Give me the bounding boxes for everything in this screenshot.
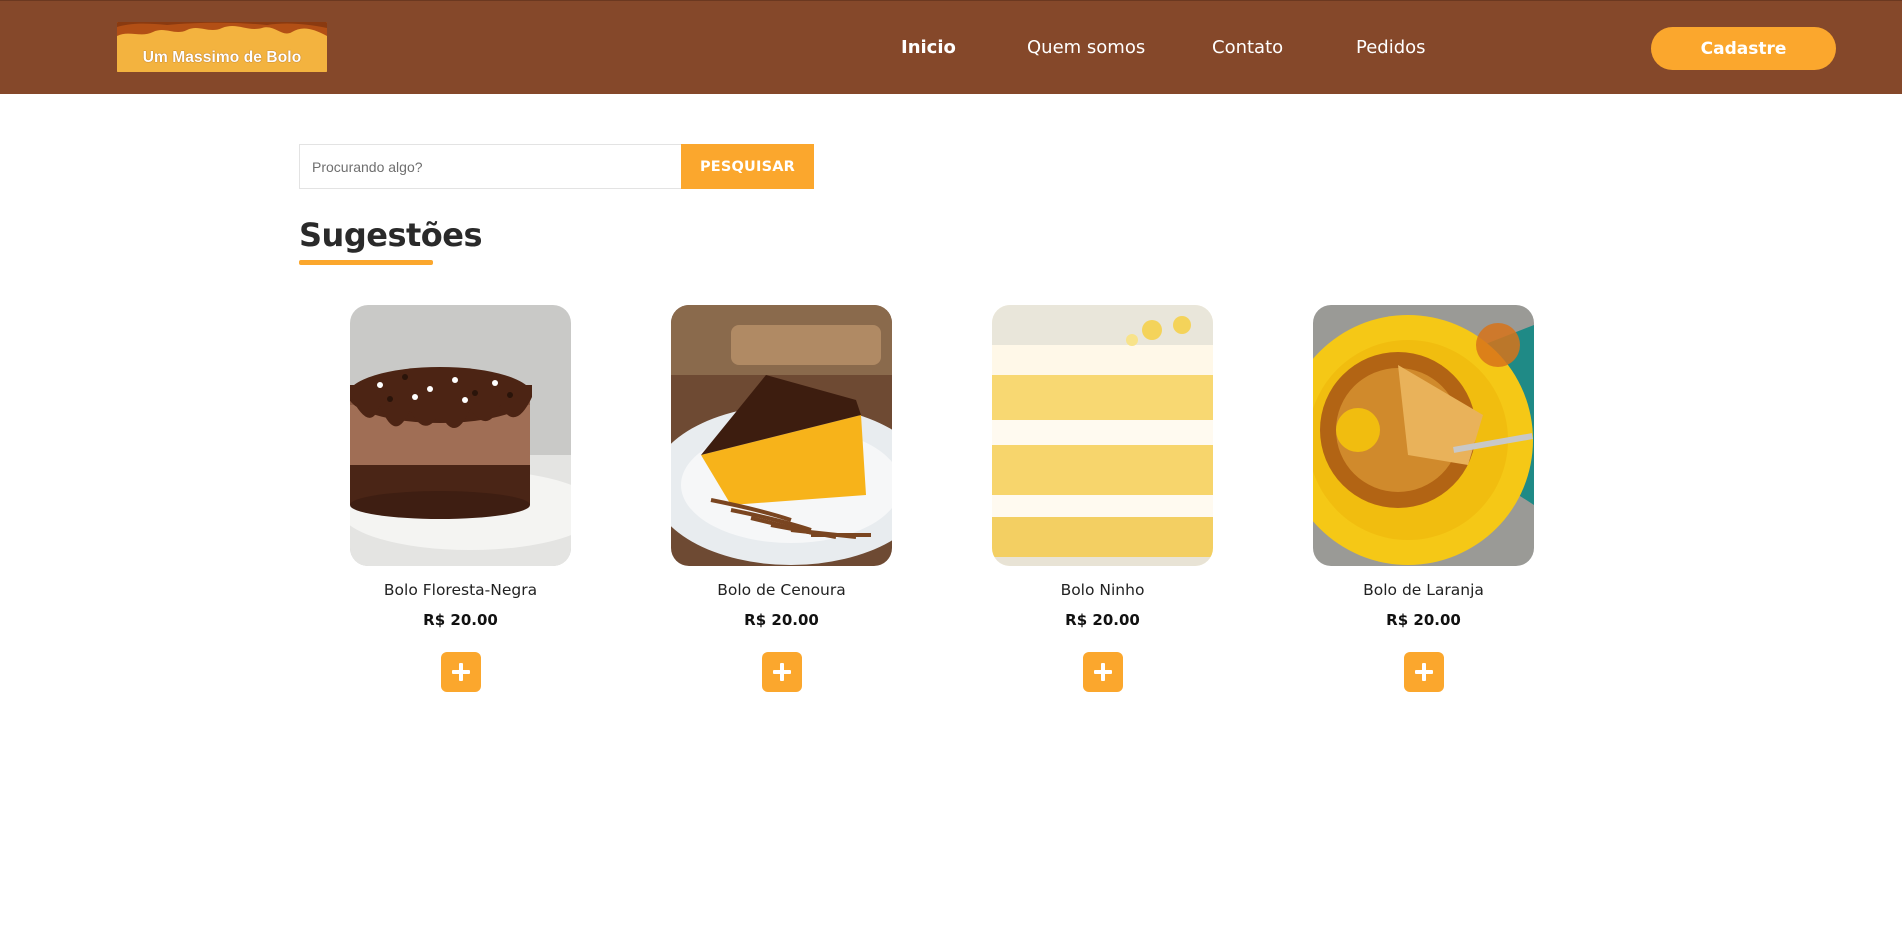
add-to-cart-button[interactable]	[1404, 652, 1444, 692]
title-underline	[299, 260, 433, 265]
nav-link-quem-somos[interactable]: Quem somos	[1027, 37, 1145, 58]
plus-icon	[1094, 663, 1112, 681]
product-image[interactable]	[671, 305, 892, 566]
search-input[interactable]	[299, 144, 681, 189]
product-price: R$ 20.00	[1065, 611, 1140, 629]
product-card: Bolo Floresta-Negra R$ 20.00	[350, 305, 571, 695]
nav-link-inicio[interactable]: Inicio	[901, 37, 956, 58]
product-image[interactable]	[350, 305, 571, 566]
chocolate-cake-image	[350, 305, 571, 566]
signup-button[interactable]: Cadastre	[1651, 27, 1836, 70]
product-name: Bolo Floresta-Negra	[383, 581, 538, 599]
product-name: Bolo Ninho	[1060, 581, 1145, 599]
product-name: Bolo de Laranja	[1363, 581, 1484, 599]
carrot-cake-image	[671, 305, 892, 566]
product-price: R$ 20.00	[1386, 611, 1461, 629]
plus-icon	[1415, 663, 1433, 681]
search-button[interactable]: PESQUISAR	[681, 144, 814, 189]
site-header: Um Massimo de Bolo Inicio Quem somos Con…	[0, 0, 1902, 94]
product-card: Bolo de Laranja R$ 20.00	[1313, 305, 1534, 695]
plus-icon	[452, 663, 470, 681]
ninho-cake-image	[992, 305, 1213, 566]
add-to-cart-button[interactable]	[441, 652, 481, 692]
product-price: R$ 20.00	[423, 611, 498, 629]
section-title: Sugestões	[299, 216, 483, 254]
orange-cake-image	[1313, 305, 1534, 566]
nav-link-contato[interactable]: Contato	[1212, 37, 1283, 58]
product-image[interactable]	[1313, 305, 1534, 566]
add-to-cart-button[interactable]	[762, 652, 802, 692]
product-name: Bolo de Cenoura	[717, 581, 846, 599]
logo-text: Um Massimo de Bolo	[142, 49, 302, 66]
nav-link-pedidos[interactable]: Pedidos	[1356, 37, 1426, 58]
product-card: Bolo de Cenoura R$ 20.00	[671, 305, 892, 695]
product-image[interactable]	[992, 305, 1213, 566]
product-price: R$ 20.00	[744, 611, 819, 629]
product-card: Bolo Ninho R$ 20.00	[992, 305, 1213, 695]
plus-icon	[773, 663, 791, 681]
add-to-cart-button[interactable]	[1083, 652, 1123, 692]
logo[interactable]: Um Massimo de Bolo	[117, 22, 327, 72]
